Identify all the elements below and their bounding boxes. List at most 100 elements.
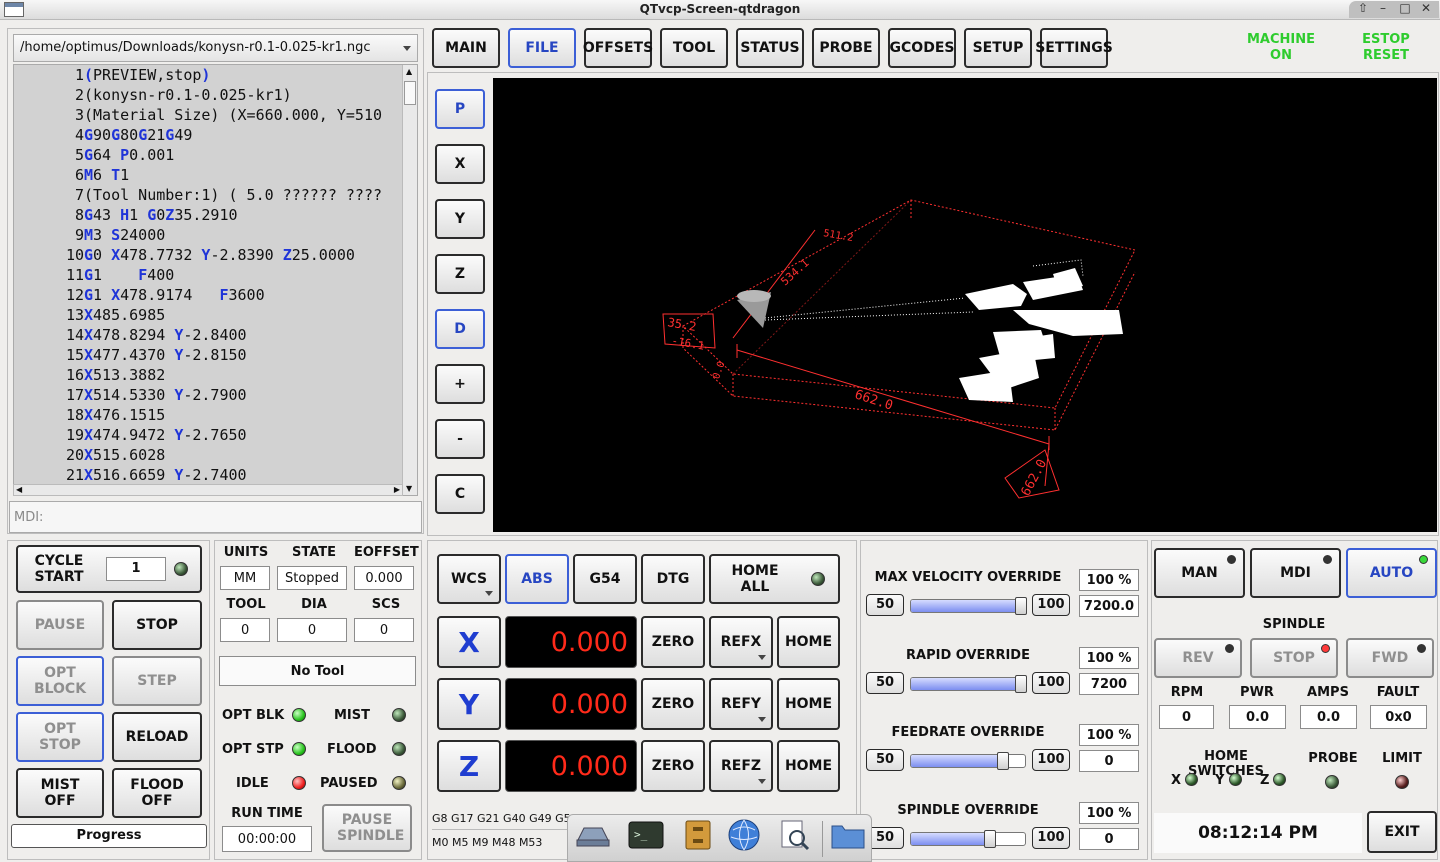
cycle-start-line[interactable]: 1 — [106, 557, 166, 581]
mdi-input[interactable]: MDI: — [9, 501, 422, 533]
spindle-rev-button[interactable]: REV — [1154, 638, 1242, 678]
pause-button[interactable]: PAUSE — [16, 600, 104, 650]
stop-button[interactable]: STOP — [112, 600, 202, 650]
machine-on-button[interactable]: MACHINE ON — [1235, 32, 1327, 64]
gcode-vscrollbar[interactable]: ▲ ▼ — [402, 65, 417, 495]
scroll-up-icon[interactable]: ▲ — [406, 67, 412, 76]
tab-gcodes[interactable]: GCODES — [888, 28, 956, 68]
dtg-button[interactable]: DTG — [641, 554, 705, 604]
step-button[interactable]: STEP — [112, 656, 202, 706]
window-shade-icon[interactable]: ⇧ — [1353, 1, 1373, 15]
archive-icon[interactable] — [678, 815, 718, 855]
opt-block-label: OPT BLOCK — [33, 665, 87, 697]
zero-y-button[interactable]: ZERO — [641, 678, 705, 730]
view-button-y[interactable]: Y — [435, 199, 485, 239]
drive-icon[interactable] — [572, 815, 612, 855]
home-x-button[interactable]: HOME — [777, 616, 840, 668]
dro-z-value: 0.000 — [505, 740, 637, 792]
view-button-p[interactable]: P — [435, 89, 485, 129]
window-minimize-icon[interactable]: – — [1373, 1, 1393, 15]
scroll-right-icon[interactable]: ▶ — [394, 485, 400, 494]
vscroll-thumb[interactable] — [404, 81, 416, 105]
tool-name: No Tool — [219, 656, 416, 686]
tab-main[interactable]: MAIN — [432, 28, 500, 68]
home-all-button[interactable]: HOME ALL — [709, 554, 840, 604]
override-max-button[interactable]: 100 — [1032, 594, 1070, 616]
ref-z-button[interactable]: REFZ — [709, 740, 773, 792]
axis-y-button[interactable]: Y — [437, 678, 501, 730]
override-slider-handle[interactable] — [983, 830, 996, 848]
tab-offsets[interactable]: OFFSETS — [583, 28, 653, 68]
view-button-zoom-in[interactable]: + — [435, 364, 485, 404]
override-max-button[interactable]: 100 — [1032, 672, 1070, 694]
file-path-combo[interactable]: /home/optimus/Downloads/konysn-r0.1-0.02… — [13, 34, 418, 62]
gcode-line-number: 7 — [74, 186, 84, 204]
gcode-hscrollbar[interactable]: ◀ ▶ — [13, 484, 403, 496]
opt-block-button[interactable]: OPT BLOCK — [16, 656, 104, 706]
axis-z-button[interactable]: Z — [437, 740, 501, 792]
tab-setup[interactable]: SETUP — [964, 28, 1032, 68]
scs-label: SCS — [371, 597, 401, 612]
flood-off-button[interactable]: FLOOD OFF — [112, 768, 202, 818]
exit-button[interactable]: EXIT — [1367, 811, 1437, 853]
tab-status[interactable]: STATUS — [736, 28, 804, 68]
man-mode-button[interactable]: MAN — [1154, 548, 1245, 598]
auto-mode-button[interactable]: AUTO — [1346, 548, 1437, 598]
override-slider[interactable] — [910, 830, 1026, 848]
preview-zero: 0.0 — [711, 360, 728, 381]
spindle-fwd-button[interactable]: FWD — [1346, 638, 1434, 678]
window-maximize-icon[interactable]: □ — [1395, 1, 1415, 15]
estop-reset-button[interactable]: ESTOP RESET — [1340, 32, 1432, 64]
wcs-button[interactable]: WCS — [437, 554, 501, 604]
override-slider[interactable] — [910, 597, 1027, 615]
ref-y-button[interactable]: REFY — [709, 678, 773, 730]
mdi-mode-button[interactable]: MDI — [1250, 548, 1341, 598]
gcode-editor[interactable]: 1(PREVIEW,stop) 2(konysn-r0.1-0.025-kr1) 3… — [13, 64, 418, 496]
zero-x-button[interactable]: ZERO — [641, 616, 705, 668]
override-max-button[interactable]: 100 — [1032, 827, 1070, 849]
axis-x-button[interactable]: X — [437, 616, 501, 668]
home-all-label: HOME ALL — [731, 563, 779, 595]
browser-globe-icon[interactable] — [724, 815, 764, 855]
window-close-icon[interactable]: ✕ — [1416, 1, 1436, 15]
view-button-z[interactable]: Z — [435, 254, 485, 294]
home-y-button[interactable]: HOME — [777, 678, 840, 730]
mist-off-button[interactable]: MIST OFF — [16, 768, 104, 818]
tab-tool[interactable]: TOOL — [660, 28, 728, 68]
tab-probe[interactable]: PROBE — [812, 28, 880, 68]
reload-button[interactable]: RELOAD — [112, 712, 202, 762]
view-button-zoom-out[interactable]: - — [435, 419, 485, 459]
abs-button[interactable]: ABS — [505, 554, 569, 604]
override-slider-handle[interactable] — [1015, 597, 1027, 615]
tab-file[interactable]: FILE — [508, 28, 576, 68]
gcode-preview-canvas[interactable]: 662.0 662.0 511.2 534.1 35.2 -16.1 0.0 — [493, 78, 1437, 532]
spindle-stop-button[interactable]: STOP — [1250, 638, 1338, 678]
tab-settings[interactable]: SETTINGS — [1035, 28, 1113, 68]
override-slider-handle[interactable] — [997, 752, 1010, 770]
home-z-button[interactable]: HOME — [777, 740, 840, 792]
zero-z-button[interactable]: ZERO — [641, 740, 705, 792]
view-button-x[interactable]: X — [435, 144, 485, 184]
override-min-button[interactable]: 50 — [866, 672, 904, 694]
override-max-button[interactable]: 100 — [1032, 749, 1070, 771]
opt-stop-button[interactable]: OPT STOP — [16, 712, 104, 762]
gcode-line: 4G90G80G21G49 — [14, 125, 404, 145]
cycle-start-button[interactable]: CYCLE START 1 — [16, 545, 202, 593]
scroll-down-icon[interactable]: ▼ — [406, 484, 412, 493]
tool-cone-top — [737, 290, 771, 302]
pause-spindle-button[interactable]: PAUSE SPINDLE — [322, 804, 412, 852]
override-slider-handle[interactable] — [1015, 675, 1027, 693]
terminal-icon[interactable]: >_ — [626, 815, 666, 855]
g54-button[interactable]: G54 — [573, 554, 637, 604]
override-min-button[interactable]: 50 — [866, 749, 904, 771]
document-search-icon[interactable] — [774, 815, 814, 855]
gcode-line: 1(PREVIEW,stop) — [14, 65, 404, 85]
override-min-button[interactable]: 50 — [866, 594, 904, 616]
override-slider[interactable] — [910, 752, 1026, 770]
ref-x-button[interactable]: REFX — [709, 616, 773, 668]
override-slider[interactable] — [910, 675, 1027, 693]
scroll-left-icon[interactable]: ◀ — [16, 485, 22, 494]
folder-icon[interactable] — [828, 815, 868, 855]
view-button-c[interactable]: C — [435, 474, 485, 514]
view-button-d[interactable]: D — [435, 309, 485, 349]
